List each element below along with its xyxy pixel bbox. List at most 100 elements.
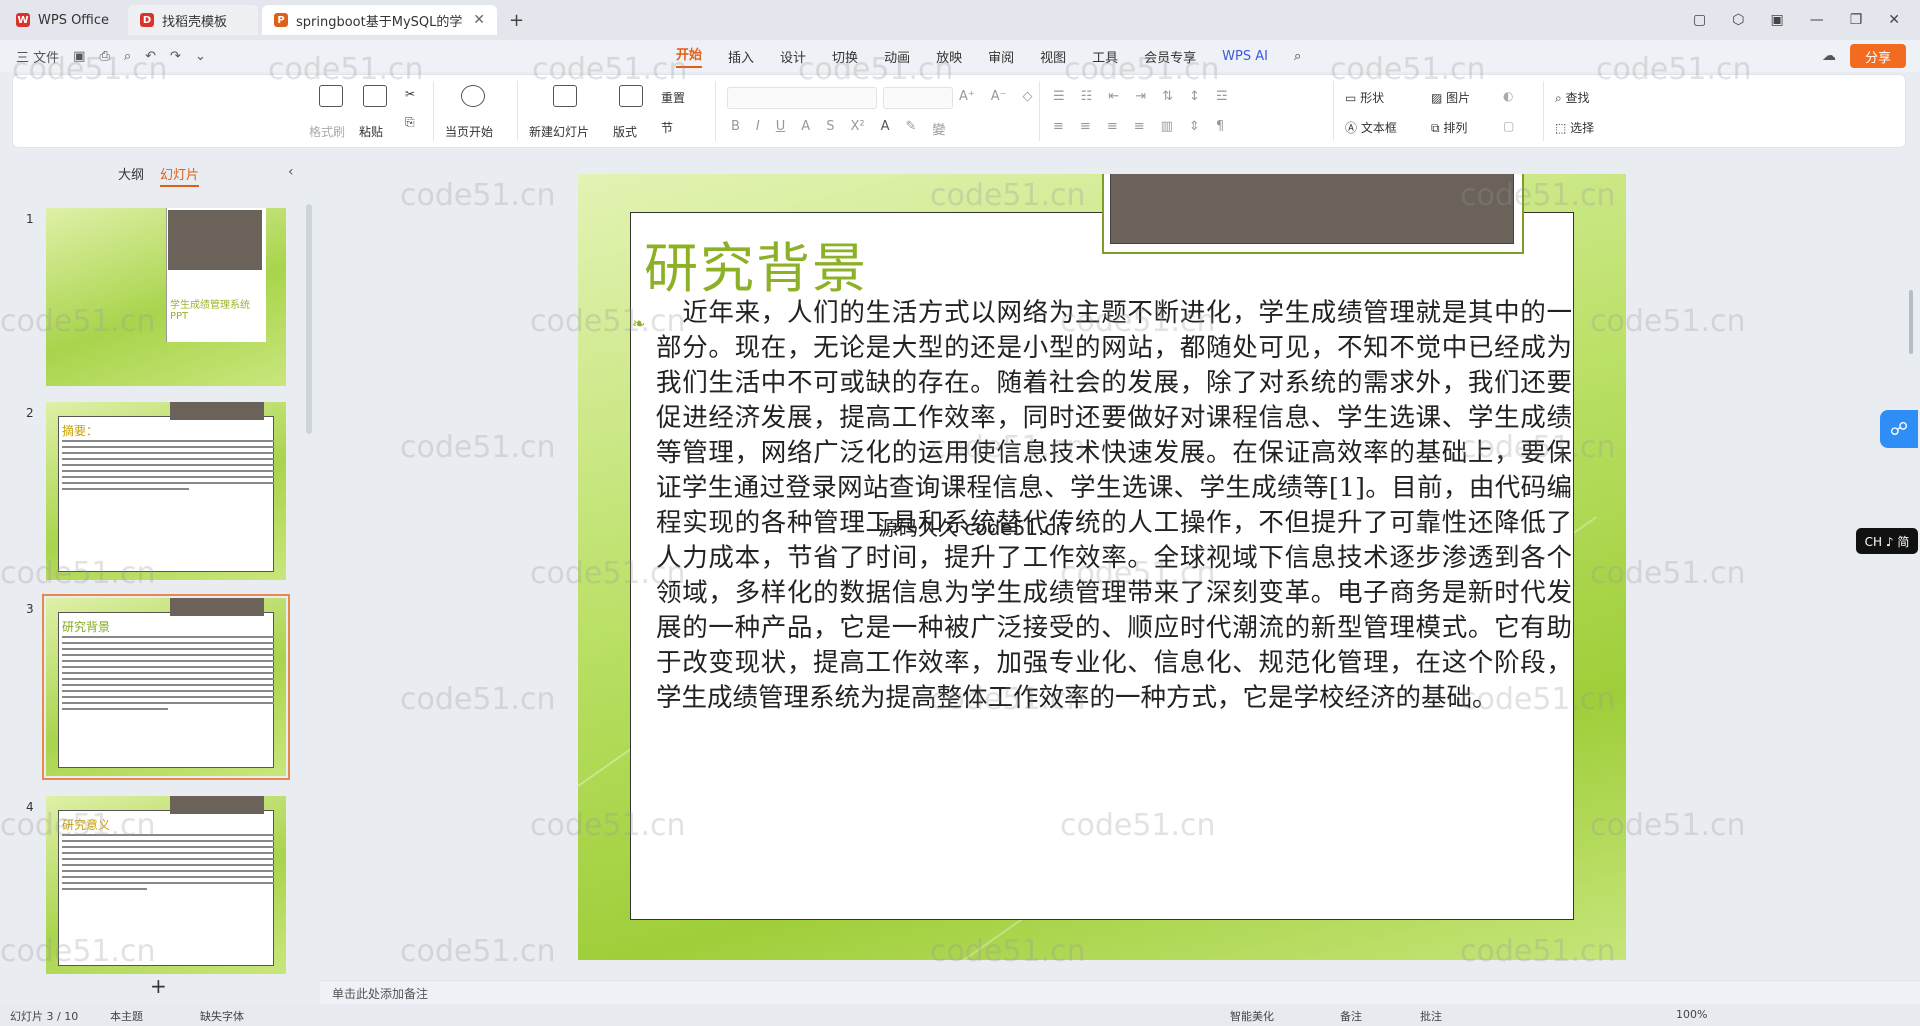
avatar[interactable]: ▣ <box>1770 12 1783 28</box>
cloud-sync-icon[interactable]: ☁ <box>1822 48 1836 64</box>
bullet-list-icon[interactable]: ☰ <box>1053 89 1065 104</box>
tab-transition[interactable]: 切换 <box>832 47 858 66</box>
tab-design[interactable]: 设计 <box>780 47 806 66</box>
section-button[interactable]: 节 <box>661 119 673 136</box>
font-grow-icon[interactable]: A⁺ <box>959 89 975 104</box>
start-current-button[interactable]: 当页开始 <box>445 123 493 140</box>
paste-icon[interactable] <box>363 85 387 107</box>
close-window-button[interactable]: ✕ <box>1888 12 1900 28</box>
font-color-icon[interactable]: A <box>881 119 890 138</box>
find-button[interactable]: ⌕ 查找 <box>1555 89 1590 106</box>
tab-outline[interactable]: 大纲 <box>118 164 144 187</box>
bold-icon[interactable]: B <box>731 119 740 138</box>
slide-body-text[interactable]: 近年来，人们的生活方式以网络为主题不断进化，学生成绩管理就是其中的一部分。现在，… <box>656 296 1572 716</box>
panel-scrollbar[interactable] <box>306 204 312 434</box>
align-text-icon[interactable]: ☲ <box>1216 89 1228 104</box>
slide-thumbnail-3[interactable]: 研究背景 <box>42 594 290 780</box>
highlight-icon[interactable]: ✎ <box>905 119 916 138</box>
missing-font-status[interactable]: 缺失字体 <box>200 1008 244 1024</box>
slide-canvas[interactable]: 研究背景 ❧ 近年来，人们的生活方式以网络为主题不断进化，学生成绩管理就是其中的… <box>578 174 1626 960</box>
tab-member[interactable]: 会员专享 <box>1144 47 1196 66</box>
redo-icon[interactable]: ↷ <box>170 49 181 64</box>
play-icon[interactable] <box>461 85 485 107</box>
line-spacing-icon[interactable]: ↕ <box>1189 89 1200 104</box>
tab-wps-office[interactable]: W WPS Office <box>4 5 124 35</box>
tab-template[interactable]: D 找稻壳模板 <box>128 5 258 35</box>
canvas-scrollbar[interactable] <box>1906 152 1916 978</box>
tab-insert[interactable]: 插入 <box>728 47 754 66</box>
cut-icon[interactable]: ✂ <box>405 87 415 101</box>
close-tab-icon[interactable]: ✕ <box>473 12 485 28</box>
share-button[interactable]: 分享 <box>1850 44 1906 68</box>
tab-view[interactable]: 视图 <box>1040 47 1066 66</box>
tab-slides[interactable]: 幻灯片 <box>160 164 200 187</box>
arrange-button[interactable]: ⧉ 排列 <box>1431 119 1467 136</box>
strikethrough-icon[interactable]: A <box>801 119 810 138</box>
format-painter-icon[interactable] <box>319 85 343 107</box>
reset-button[interactable]: 重置 <box>661 89 685 106</box>
smart-beautify-button[interactable]: 智能美化 <box>1230 1008 1274 1024</box>
shape-button[interactable]: ▭ 形状 <box>1345 89 1384 106</box>
search-icon[interactable]: ⌕ <box>1294 49 1301 64</box>
italic-icon[interactable]: I <box>756 119 760 138</box>
copy-icon[interactable]: ⎘ <box>405 115 415 130</box>
new-tab-button[interactable]: + <box>509 10 524 31</box>
save-icon[interactable]: ▣ <box>73 49 85 64</box>
tab-home[interactable]: 开始 <box>676 44 703 68</box>
notes-placeholder[interactable]: 单击此处添加备注 <box>332 985 428 1002</box>
slide-thumbnail-4[interactable]: 研究意义 <box>46 796 286 974</box>
add-slide-button[interactable]: + <box>150 974 167 998</box>
textbox-button[interactable]: Ⓐ 文本框 <box>1345 119 1397 136</box>
preview-icon[interactable]: ⌕ <box>124 49 131 64</box>
print-icon[interactable]: ⎙ <box>99 49 109 64</box>
minimize-button[interactable]: — <box>1810 12 1824 28</box>
font-size-select[interactable] <box>883 87 953 109</box>
restore-button[interactable]: ❐ <box>1850 12 1863 28</box>
tab-document[interactable]: P springboot基于MySQL的学 ✕ <box>262 5 497 35</box>
tab-animation[interactable]: 动画 <box>884 47 910 66</box>
wps-ai-button[interactable]: WPS AI <box>1222 49 1268 64</box>
picture-button[interactable]: ▨ 图片 <box>1431 89 1470 106</box>
new-slide-icon[interactable] <box>553 85 577 107</box>
scroll-thumb[interactable] <box>1909 290 1913 354</box>
slide-title[interactable]: 研究背景 <box>644 224 868 303</box>
numbered-list-icon[interactable]: ☷ <box>1081 89 1093 104</box>
para-spacing-icon[interactable]: ⇕ <box>1189 119 1200 134</box>
ime-indicator[interactable]: CH ♪ 简 <box>1856 528 1918 554</box>
select-button[interactable]: ⬚ 选择 <box>1555 119 1594 136</box>
shadow-icon[interactable]: S <box>826 119 834 138</box>
notes-pane[interactable]: 单击此处添加备注 <box>320 980 1920 1004</box>
decrease-indent-icon[interactable]: ⇤ <box>1108 89 1119 104</box>
new-slide-button[interactable]: 新建幻灯片 <box>529 123 589 140</box>
zoom-level[interactable]: 100% <box>1676 1008 1707 1021</box>
char-spacing-icon[interactable]: 變 <box>932 119 945 138</box>
tab-slideshow[interactable]: 放映 <box>936 47 962 66</box>
tab-review[interactable]: 审阅 <box>988 47 1014 66</box>
underline-icon[interactable]: U <box>776 119 786 138</box>
chevron-down-icon[interactable]: ⌄ <box>195 49 206 64</box>
layout-icon[interactable] <box>619 85 643 107</box>
superscript-icon[interactable]: X² <box>850 119 864 138</box>
box-icon[interactable]: ⬡ <box>1732 12 1744 28</box>
comments-toggle[interactable]: 批注 <box>1420 1008 1442 1024</box>
layout-button[interactable]: 版式 <box>613 123 637 140</box>
paste-button[interactable]: 粘贴 <box>359 123 383 140</box>
columns-icon[interactable]: ▥ <box>1161 119 1173 134</box>
outline-color-icon[interactable]: ▢ <box>1503 119 1514 133</box>
slide-thumbnail-1[interactable]: 学生成绩管理系统PPT <box>46 208 286 386</box>
tab-tools[interactable]: 工具 <box>1092 47 1118 66</box>
font-family-select[interactable] <box>727 87 877 109</box>
collapse-panel-icon[interactable]: ‹ <box>288 164 294 180</box>
text-direction-icon[interactable]: ⇅ <box>1162 89 1173 104</box>
font-shrink-icon[interactable]: A⁻ <box>991 89 1007 104</box>
increase-indent-icon[interactable]: ⇥ <box>1135 89 1146 104</box>
layout-icon[interactable]: ▢ <box>1693 12 1706 28</box>
file-menu[interactable]: 三 文件 <box>16 47 59 66</box>
undo-icon[interactable]: ↶ <box>145 49 156 64</box>
align-center-icon[interactable]: ≡ <box>1080 119 1091 134</box>
align-right-icon[interactable]: ≡ <box>1107 119 1118 134</box>
justify-icon[interactable]: ≡ <box>1134 119 1145 134</box>
align-left-icon[interactable]: ≡ <box>1053 119 1064 134</box>
slide-thumbnail-2[interactable]: 摘要： <box>46 402 286 580</box>
clear-format-icon[interactable]: ◇ <box>1023 89 1033 104</box>
